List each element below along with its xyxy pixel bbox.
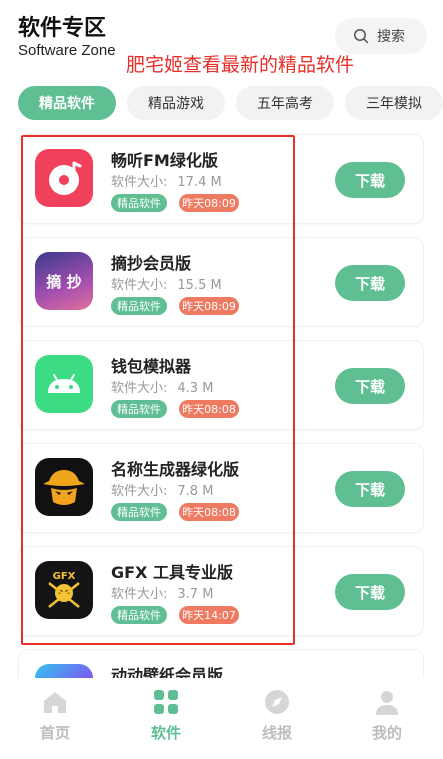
- nav-label: 软件: [150, 724, 181, 742]
- app-card[interactable]: 摘 抄 摘抄会员版 软件大小: 15.5 M 精品软件 昨天08:09 下载: [18, 237, 424, 327]
- app-card[interactable]: GFX GFX 工具专业版 软件大小: 3.7 M 精品软件 昨天14:07 下载: [18, 546, 424, 636]
- time-badge: 昨天08:09: [179, 194, 239, 212]
- android-icon: [35, 355, 93, 413]
- header: 软件专区 Software Zone 搜索 肥宅姬查看最新的精品软件: [0, 0, 443, 78]
- annotation-text: 肥宅姬查看最新的精品软件: [126, 54, 355, 76]
- time-badge: 昨天08:08: [179, 400, 239, 418]
- download-button[interactable]: 下载: [335, 162, 405, 198]
- download-button[interactable]: 下载: [335, 574, 405, 610]
- category-badge: 精品软件: [111, 503, 167, 521]
- time-badge: 昨天08:08: [179, 503, 239, 521]
- download-button[interactable]: 下载: [335, 471, 405, 507]
- app-name: 钱包模拟器: [111, 357, 192, 376]
- app-size: 软件大小: 3.7 M: [111, 587, 214, 602]
- category-badge: 精品软件: [111, 194, 167, 212]
- app-card[interactable]: 钱包模拟器 软件大小: 4.3 M 精品软件 昨天08:08 下载: [18, 340, 424, 430]
- user-icon: [376, 691, 398, 715]
- nav-label: 线报: [261, 724, 292, 742]
- category-badge: 精品软件: [111, 297, 167, 315]
- nav-news[interactable]: 线报: [237, 688, 317, 743]
- download-button[interactable]: 下载: [335, 265, 405, 301]
- nav-mine[interactable]: 我的: [347, 688, 427, 743]
- app-card[interactable]: 畅听FM绿化版 软件大小: 17.4 M 精品软件 昨天08:09 下载: [18, 134, 424, 224]
- nav-software[interactable]: 软件: [126, 688, 206, 743]
- app-size: 软件大小: 15.5 M: [111, 278, 222, 293]
- app-size: 软件大小: 17.4 M: [111, 175, 222, 190]
- search-label: 搜索: [377, 29, 405, 45]
- nav-label: 我的: [371, 724, 402, 742]
- app-name: 畅听FM绿化版: [111, 151, 218, 170]
- time-badge: 昨天14:07: [179, 606, 239, 624]
- zhai-chao-icon: 摘 抄: [35, 252, 93, 310]
- app-name: 摘抄会员版: [111, 254, 192, 273]
- app-name: GFX 工具专业版: [111, 563, 233, 582]
- compass-icon: [265, 690, 289, 714]
- gfx-skull-icon: GFX: [35, 561, 93, 619]
- search-button[interactable]: 搜索: [335, 18, 427, 54]
- category-badge: 精品软件: [111, 400, 167, 418]
- search-icon: [354, 29, 369, 44]
- svg-text:GFX: GFX: [53, 571, 76, 582]
- nav-label: 首页: [39, 724, 70, 742]
- app-name: 名称生成器绿化版: [111, 460, 240, 479]
- tab-three-years-mock[interactable]: 三年模拟: [345, 86, 443, 120]
- download-button[interactable]: 下载: [335, 368, 405, 404]
- app-size: 软件大小: 7.8 M: [111, 484, 214, 499]
- category-badge: 精品软件: [111, 606, 167, 624]
- app-card[interactable]: 名称生成器绿化版 软件大小: 7.8 M 精品软件 昨天08:08 下载: [18, 443, 424, 533]
- music-disc-icon: [35, 149, 93, 207]
- apps-grid-icon: [154, 690, 178, 714]
- bottom-nav: 首页 软件 线报 我的: [0, 678, 443, 759]
- cowboy-hat-icon: [35, 458, 93, 516]
- tab-premium-software[interactable]: 精品软件: [18, 86, 116, 120]
- app-size: 软件大小: 4.3 M: [111, 381, 214, 396]
- tab-five-years-exam[interactable]: 五年高考: [236, 86, 334, 120]
- svg-text:摘 抄: 摘 抄: [46, 273, 81, 291]
- nav-home[interactable]: 首页: [15, 688, 95, 743]
- tab-premium-games[interactable]: 精品游戏: [127, 86, 225, 120]
- home-icon: [44, 692, 66, 713]
- time-badge: 昨天08:09: [179, 297, 239, 315]
- page-subtitle: Software Zone: [18, 42, 116, 59]
- page-title: 软件专区: [18, 16, 107, 41]
- category-tabs: 精品软件 精品游戏 五年高考 三年模拟: [0, 86, 443, 122]
